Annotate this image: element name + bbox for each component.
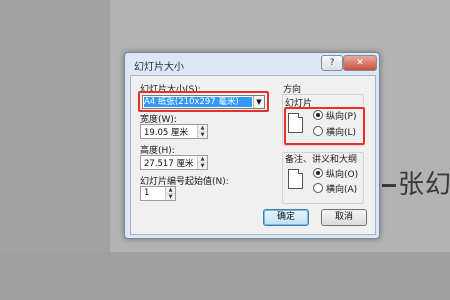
notes-portrait-label[interactable]: 纵向(O)	[326, 167, 358, 180]
workspace-bottom	[0, 252, 450, 300]
slide-panel-edge	[0, 0, 110, 252]
dialog-title: 幻灯片大小	[134, 62, 184, 73]
start-number-value: 1	[144, 188, 150, 198]
slide-size-dialog: 幻灯片大小 ? ✕ 幻灯片大小(S): A4 纸张(210x297 毫米) ▼ …	[124, 52, 380, 239]
highlight-box-orientation	[284, 107, 365, 145]
ok-button[interactable]: 确定	[263, 209, 309, 226]
start-number-spinner[interactable]: 1 ▲ ▼	[140, 186, 176, 201]
width-value: 19.05 厘米	[144, 128, 189, 138]
dialog-body: 幻灯片大小(S): A4 纸张(210x297 毫米) ▼ 宽度(W): 19.…	[130, 75, 376, 235]
dash-mark	[382, 184, 396, 187]
spin-up-icon[interactable]: ▲	[198, 156, 207, 163]
spin-up-icon[interactable]: ▲	[166, 187, 175, 194]
slide-title-text: 张幻	[382, 164, 450, 201]
start-number-spinner-buttons: ▲ ▼	[165, 187, 175, 200]
notes-portrait-radio[interactable]	[313, 168, 323, 178]
spin-down-icon[interactable]: ▼	[198, 132, 207, 138]
dialog-titlebar[interactable]: 幻灯片大小 ? ✕	[125, 53, 379, 75]
height-spinner[interactable]: 27.517 厘米 ▲ ▼	[140, 155, 208, 170]
height-value: 27.517 厘米	[144, 159, 194, 169]
spin-down-icon[interactable]: ▼	[166, 194, 175, 200]
portrait-document-icon	[288, 169, 303, 189]
notes-group-title: 备注、讲义和大纲	[285, 155, 358, 165]
slide-title-label: 张幻	[398, 170, 450, 200]
cancel-button[interactable]: 取消	[321, 209, 367, 226]
width-spinner[interactable]: 19.05 厘米 ▲ ▼	[140, 124, 208, 139]
close-icon[interactable]: ✕	[343, 55, 377, 71]
notes-landscape-label[interactable]: 横向(A)	[326, 182, 357, 195]
spin-up-icon[interactable]: ▲	[198, 125, 207, 132]
notes-landscape-radio[interactable]	[313, 183, 323, 193]
help-icon[interactable]: ?	[321, 55, 343, 71]
height-spinner-buttons: ▲ ▼	[197, 156, 207, 169]
width-spinner-buttons: ▲ ▼	[197, 125, 207, 138]
highlight-box-size	[138, 91, 269, 112]
spin-down-icon[interactable]: ▼	[198, 163, 207, 169]
